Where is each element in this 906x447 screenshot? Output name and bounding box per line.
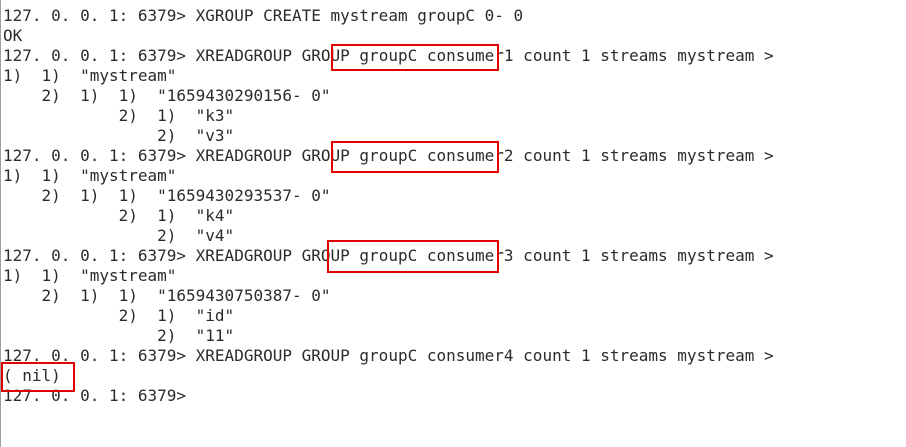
prompt: 127. 0. 0. 1: 6379> <box>3 6 196 25</box>
prompt: 127. 0. 0. 1: 6379> <box>3 46 196 65</box>
terminal-line: 127. 0. 0. 1: 6379> XREADGROUP GROUP gro… <box>3 246 774 266</box>
output-text: 2) "v4" <box>3 226 235 245</box>
highlighted-args: groupC consumer2 <box>359 146 514 165</box>
terminal-window[interactable]: 127. 0. 0. 1: 6379> XGROUP CREATE mystre… <box>0 0 906 447</box>
prompt: 127. 0. 0. 1: 6379> <box>3 346 196 365</box>
output-text: 2) 1) "k3" <box>3 106 235 125</box>
command-tail: 0- 0 <box>484 6 524 25</box>
terminal-line: 1) 1) "mystream" <box>3 266 176 286</box>
output-text: 2) "v3" <box>3 126 235 145</box>
output-text: 2) 1) 1) "1659430293537- 0" <box>3 186 331 205</box>
output-text: 1) 1) "mystream" <box>3 266 177 285</box>
command-tail: count 1 streams mystream > <box>513 46 774 65</box>
output-text: 2) 1) "id" <box>3 306 235 325</box>
terminal-line: 127. 0. 0. 1: 6379> XGROUP CREATE mystre… <box>3 6 523 26</box>
output-text: OK <box>3 26 23 45</box>
terminal-line: OK <box>3 26 22 46</box>
terminal-line: 1) 1) "mystream" <box>3 166 176 186</box>
terminal-line: ( nil) <box>3 366 61 386</box>
command-tail: count 1 streams mystream > <box>513 146 774 165</box>
output-text: 1) 1) "mystream" <box>3 166 177 185</box>
highlighted-args: groupC consumer3 <box>359 246 514 265</box>
output-text: 2) 1) 1) "1659430290156- 0" <box>3 86 331 105</box>
terminal-line: 127. 0. 0. 1: 6379> XREADGROUP GROUP gro… <box>3 346 774 366</box>
terminal-line: 2) 1) 1) "1659430290156- 0" <box>3 86 331 106</box>
output-text: 2) 1) 1) "1659430750387- 0" <box>3 286 331 305</box>
output-text: 1) 1) "mystream" <box>3 66 177 85</box>
prompt: 127. 0. 0. 1: 6379> <box>3 146 196 165</box>
prompt: 127. 0. 0. 1: 6379> <box>3 246 196 265</box>
output-text: 2) "11" <box>3 326 235 345</box>
terminal-line: 2) "v4" <box>3 226 234 246</box>
prompt: 127. 0. 0. 1: 6379> <box>3 386 196 405</box>
terminal-input-line[interactable]: 127. 0. 0. 1: 6379> <box>3 386 196 406</box>
command-text: XREADGROUP GROUP groupC consumer4 count … <box>195 346 774 365</box>
terminal-line: 2) "11" <box>3 326 234 346</box>
command-text: XREADGROUP GROUP <box>195 146 360 165</box>
nil-output: ( nil) <box>3 366 61 385</box>
terminal-line: 127. 0. 0. 1: 6379> XREADGROUP GROUP gro… <box>3 46 774 66</box>
terminal-line: 2) 1) "k3" <box>3 106 235 126</box>
terminal-line: 2) 1) 1) "1659430293537- 0" <box>3 186 331 206</box>
command-tail: count 1 streams mystream > <box>513 246 774 265</box>
command-text: XREADGROUP GROUP <box>195 246 360 265</box>
terminal-line: 1) 1) "mystream" <box>3 66 176 86</box>
highlighted-args: groupC consumer1 <box>359 46 514 65</box>
terminal-line: 2) "v3" <box>3 126 234 146</box>
command-text: XGROUP CREATE mystream groupC <box>195 6 485 25</box>
terminal-line: 127. 0. 0. 1: 6379> XREADGROUP GROUP gro… <box>3 146 774 166</box>
output-text: 2) 1) "k4" <box>3 206 235 225</box>
terminal-line: 2) 1) "id" <box>3 306 235 326</box>
terminal-line: 2) 1) 1) "1659430750387- 0" <box>3 286 331 306</box>
terminal-line: 2) 1) "k4" <box>3 206 235 226</box>
command-text: XREADGROUP GROUP <box>195 46 360 65</box>
